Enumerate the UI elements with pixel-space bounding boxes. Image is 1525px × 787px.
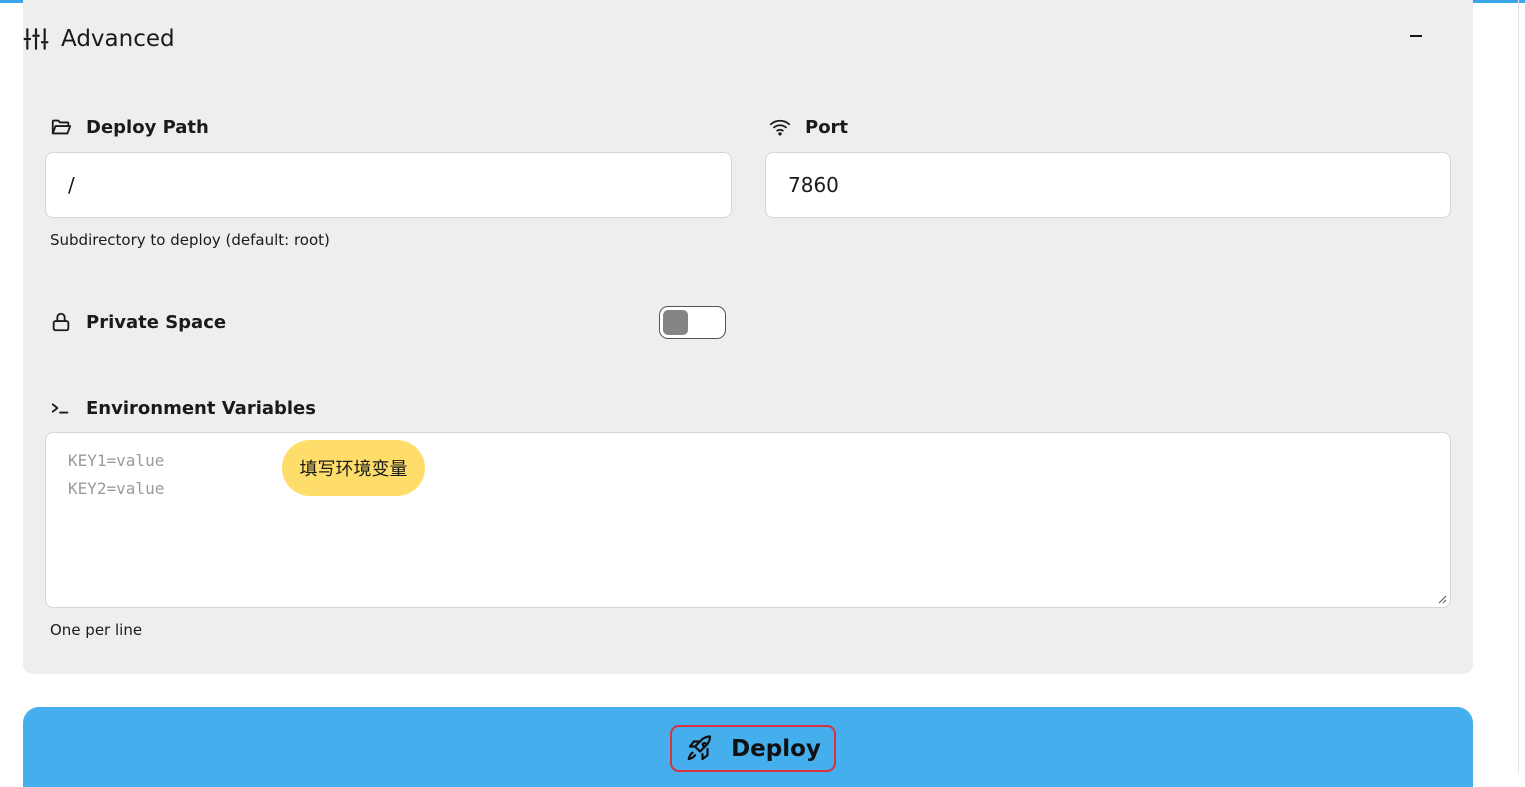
deploy-path-input[interactable]: / <box>45 152 732 218</box>
deploy-button[interactable]: Deploy <box>670 725 836 772</box>
folder-open-icon <box>50 116 72 138</box>
deploy-path-value: / <box>68 173 75 197</box>
annotation-callout: 填写环境变量 <box>282 440 425 496</box>
toggle-knob <box>663 310 688 335</box>
collapse-button[interactable] <box>1405 22 1427 50</box>
resize-handle-icon[interactable] <box>1437 594 1447 604</box>
env-vars-placeholder: KEY1=value KEY2=value <box>68 451 165 498</box>
advanced-title: Advanced <box>61 26 175 52</box>
private-space-label: Private Space <box>50 308 226 336</box>
advanced-header[interactable]: Advanced <box>23 20 175 58</box>
env-vars-label-text: Environment Variables <box>86 397 316 419</box>
terminal-icon <box>50 397 72 419</box>
port-input[interactable]: 7860 <box>765 152 1451 218</box>
rocket-icon <box>685 734 715 764</box>
private-space-toggle[interactable] <box>659 306 726 339</box>
env-vars-label: Environment Variables <box>50 394 316 422</box>
wifi-icon <box>769 116 791 138</box>
env-vars-textarea[interactable]: KEY1=value KEY2=value <box>45 432 1451 608</box>
deploy-path-label-text: Deploy Path <box>86 116 209 138</box>
port-label: Port <box>769 113 848 141</box>
sliders-icon <box>23 26 49 52</box>
lock-icon <box>50 311 72 333</box>
minus-icon <box>1410 35 1422 37</box>
deploy-path-label: Deploy Path <box>50 113 209 141</box>
port-label-text: Port <box>805 116 849 138</box>
private-space-label-text: Private Space <box>86 311 227 333</box>
deploy-path-hint: Subdirectory to deploy (default: root) <box>50 231 330 249</box>
port-value: 7860 <box>788 173 839 197</box>
scrollbar-track[interactable] <box>1518 0 1519 773</box>
env-vars-hint: One per line <box>50 621 143 639</box>
deploy-button-label: Deploy <box>731 735 821 762</box>
